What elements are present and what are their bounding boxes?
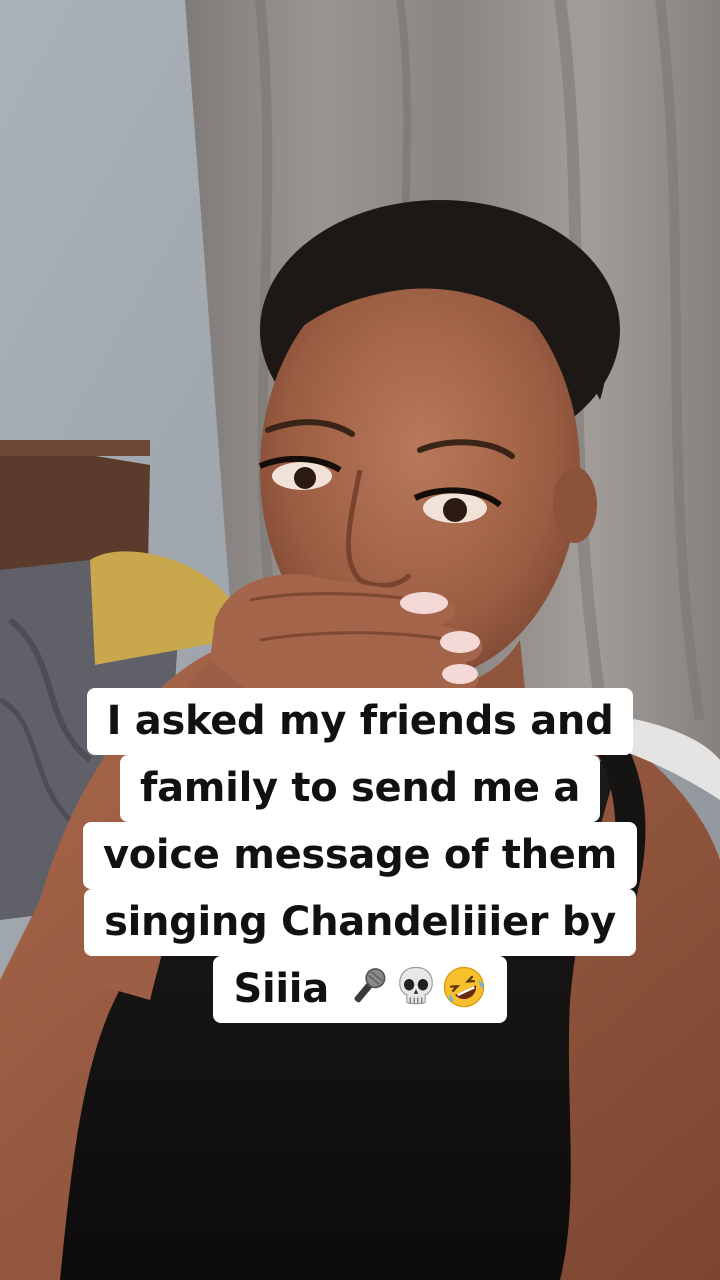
skull-emoji-icon <box>398 966 433 1005</box>
video-caption: I asked my friends and family to send me… <box>0 688 720 1023</box>
microphone-emoji-icon <box>354 968 385 1003</box>
rolling-laughing-emoji-icon <box>443 966 484 1008</box>
caption-line-5: Siiia <box>213 956 507 1023</box>
caption-line-3: voice message of them <box>82 822 638 889</box>
caption-line-5-text: Siiia <box>233 966 329 1012</box>
video-frame[interactable] <box>0 0 720 1280</box>
video-scene <box>0 0 720 1280</box>
caption-line-1: I asked my friends and <box>86 688 634 755</box>
caption-line-4: singing Chandeliiier by <box>84 889 636 956</box>
caption-line-2: family to send me a <box>119 755 601 822</box>
